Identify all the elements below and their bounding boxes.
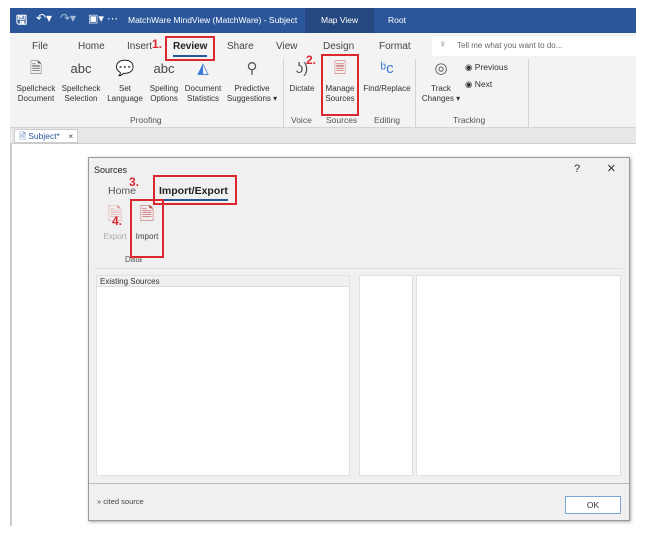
annotation-box-import [130,199,164,258]
spellcheck-document-button[interactable]: 🗎 Spellcheck Document [14,57,58,104]
group-tracking: Tracking [453,115,486,125]
tab-root[interactable]: Root [388,15,406,25]
group-voice: Voice [291,115,312,125]
language-icon: 💬 [115,60,135,77]
predictive-icon: ⚲ [246,60,258,77]
close-button[interactable]: × [607,160,616,177]
tab-insert[interactable]: Insert [127,41,152,52]
doc-tab-subject[interactable]: 🗎 Subject* × [14,129,79,143]
tell-me-search[interactable]: ♀ Tell me what you want to do... [432,36,636,56]
previous-button[interactable]: ◉ Previous [465,62,508,73]
document-statistics-button[interactable]: ◭ Document Statistics [182,57,224,104]
ok-button[interactable]: OK [565,496,621,514]
annotation-box-review [165,36,215,61]
lightbulb-icon: ♀ [439,39,447,50]
middle-panel [359,275,413,476]
existing-sources-list[interactable]: Existing Sources [96,275,350,476]
search-placeholder: Tell me what you want to do... [457,41,563,50]
next-icon: ◉ [465,79,475,89]
window-title: MatchWare MindView (MatchWare) - Subject [128,15,298,25]
spellcheck-selection-button[interactable]: abc Spellcheck Selection [58,57,104,104]
next-button[interactable]: ◉ Next [465,79,492,90]
tab-share[interactable]: Share [227,41,254,52]
title-bar: 🖫 ↶▾ ↷▾ ▣▾ ⋯ MatchWare MindView (MatchWa… [10,8,636,33]
tab-format[interactable]: Format [379,41,411,52]
find-replace-button[interactable]: ᵇc Find/Replace [362,57,412,94]
customize-icon[interactable]: ▣▾ ⋯ [88,12,118,25]
annotation-1: 1. [152,37,163,51]
previous-icon: ◉ [465,62,475,72]
annotation-box-import-export [153,175,237,205]
document-icon: 🗎 [19,131,29,141]
group-proofing: Proofing [130,115,162,125]
tab-home[interactable]: Home [78,41,105,52]
undo-icon[interactable]: ↶▾ [36,11,52,25]
annotation-4: 4. [112,214,123,228]
sources-dialog: Sources ? × Home Import/Export 🗎 Export 🗎… [88,157,630,521]
track-changes-icon: ◎ [434,60,448,77]
find-replace-icon: ᵇc [380,60,394,77]
abc-check-icon: abc [70,61,92,76]
predictive-suggestions-button[interactable]: ⚲ Predictive Suggestions ▾ [224,57,280,104]
dialog-title: Sources [94,165,128,175]
list-header: Existing Sources [97,276,349,287]
group-editing: Editing [374,115,400,125]
annotation-box-manage-sources [321,54,359,116]
annotation-2: 2. [306,53,317,67]
tab-file[interactable]: File [32,41,48,52]
document-tabs: 🗎 Subject* × [10,128,636,144]
tab-map-view[interactable]: Map View [305,8,375,33]
group-sources: Sources [326,115,358,125]
cited-source-label: » cited source [97,497,144,506]
help-button[interactable]: ? [574,163,580,175]
annotation-3: 3. [129,175,140,189]
track-changes-button[interactable]: ◎ Track Changes ▾ [420,57,462,104]
close-icon[interactable]: × [68,131,73,141]
redo-icon[interactable]: ↷▾ [60,11,76,25]
set-language-button[interactable]: 💬 Set Language [104,57,146,104]
spelling-options-button[interactable]: abc Spelling Options [146,57,182,104]
spellcheck-document-icon: 🗎 [29,60,43,77]
tab-view[interactable]: View [276,41,298,52]
save-icon[interactable]: 🖫 [16,11,27,33]
tab-design[interactable]: Design [323,41,354,52]
source-details-panel [416,275,621,476]
